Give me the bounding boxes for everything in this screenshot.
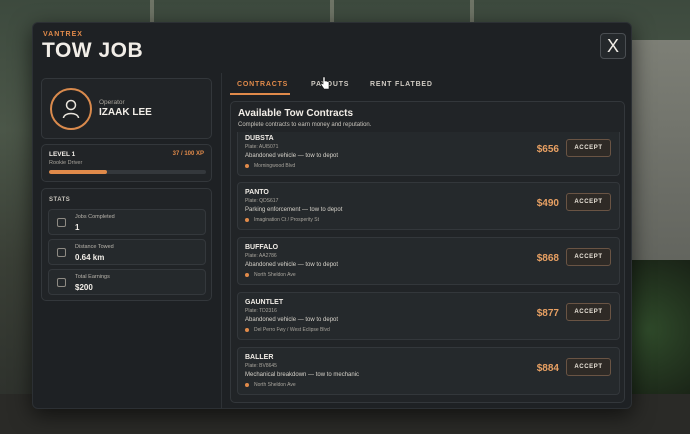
accept-button[interactable]: ACCEPT [566,358,611,376]
contract-price: $656 [536,144,559,155]
page-title: TOW JOB [42,39,144,62]
rank-label: Rookie Driver [49,160,83,166]
operator-name: IZAAK LEE [99,107,152,118]
vehicle-name: PANTO [245,189,269,196]
location-dot-icon [245,218,249,222]
contracts-title: Available Tow Contracts [238,108,354,119]
operator-label: Operator [99,99,125,106]
id-card-icon [57,218,66,227]
contracts-subtitle: Complete contracts to earn money and rep… [238,122,372,128]
contract-location: North Sheldon Ave [254,382,296,388]
contract-row: BALLER Plate: BV8645 Mechanical breakdow… [237,347,620,395]
accept-button[interactable]: ACCEPT [566,193,611,211]
contract-row: DUBSTA Plate: AUI5071 Abandoned vehicle … [237,132,620,176]
route-icon [57,248,66,257]
vehicle-name: DUBSTA [245,135,274,142]
vehicle-plate: Plate: BV8645 [245,363,277,369]
contracts-panel: Available Tow Contracts Complete contrac… [230,101,625,403]
contract-price: $884 [536,363,559,374]
vehicle-plate: Plate: AUI5071 [245,144,279,150]
contract-description: Abandoned vehicle — tow to depot [245,153,339,159]
vehicle-name: GAUNTLET [245,299,284,306]
vehicle-plate: Plate: QDS617 [245,198,279,204]
stats-card: STATS Jobs Completed 1 Distance Towed 0.… [41,188,212,301]
stat-value: $200 [75,283,93,292]
active-tab-indicator [230,93,290,95]
accept-button[interactable]: ACCEPT [566,303,611,321]
contract-description: Abandoned vehicle — tow to depot [245,262,339,268]
contract-description: Mechanical breakdown — tow to mechanic [245,372,360,378]
level-label: LEVEL 1 [49,151,76,158]
stat-label: Total Earnings [75,274,110,280]
tab-payouts[interactable]: PAYOUTS [311,81,349,88]
xp-progress-fill [49,170,108,174]
stat-label: Jobs Completed [75,214,115,220]
location-dot-icon [245,383,249,387]
xp-text: 37 / 100 XP [172,151,204,157]
user-icon [62,99,80,119]
contract-row: PANTO Plate: QDS617 Parking enforcement … [237,182,620,230]
location-dot-icon [245,164,249,168]
contract-location: North Sheldon Ave [254,272,296,278]
stat-value: 1 [75,223,80,232]
contract-description: Abandoned vehicle — tow to depot [245,317,339,323]
location-dot-icon [245,273,249,277]
accept-button[interactable]: ACCEPT [566,248,611,266]
vehicle-plate: Plate: AA2786 [245,253,277,259]
cash-icon [57,278,66,287]
column-divider [221,73,222,409]
contract-price: $490 [536,198,559,209]
stat-value: 0.64 km [75,253,105,262]
contract-location: Imagination Ct / Prosperity St [254,217,320,223]
avatar [50,88,92,130]
stat-distance-towed: Distance Towed 0.64 km [48,239,206,265]
contract-row: GAUNTLET Plate: TD2316 Abandoned vehicle… [237,292,620,340]
level-card: LEVEL 1 Rookie Driver 37 / 100 XP [41,144,212,182]
vehicle-plate: Plate: TD2316 [245,308,277,314]
stat-jobs-completed: Jobs Completed 1 [48,209,206,235]
contract-location: Del Perro Fwy / West Eclipse Blvd [254,327,330,333]
accept-button[interactable]: ACCEPT [566,139,611,157]
vehicle-name: BALLER [245,354,274,361]
contract-price: $868 [536,253,559,264]
tab-contracts[interactable]: CONTRACTS [237,81,288,88]
tab-rent-flatbed[interactable]: RENT FLATBED [370,81,433,88]
tow-job-panel: VANTREX TOW JOB X Operator IZAAK LEE LEV… [32,22,632,409]
contract-description: Parking enforcement — tow to depot [245,207,343,213]
xp-progress-bar [49,170,206,174]
close-button[interactable]: X [600,33,626,59]
operator-card: Operator IZAAK LEE [41,78,212,139]
location-dot-icon [245,328,249,332]
brand-label: VANTREX [43,31,83,38]
contracts-list[interactable]: DUBSTA Plate: AUI5071 Abandoned vehicle … [231,132,624,402]
vehicle-name: BUFFALO [245,244,279,251]
contract-price: $877 [536,308,559,319]
close-icon: X [606,36,619,56]
stat-total-earnings: Total Earnings $200 [48,269,206,295]
stats-title: STATS [49,197,71,203]
stat-label: Distance Towed [75,244,114,250]
contract-row: BUFFALO Plate: AA2786 Abandoned vehicle … [237,237,620,285]
contract-location: Morningwood Blvd [254,163,296,169]
hand-cursor-icon [320,76,330,90]
